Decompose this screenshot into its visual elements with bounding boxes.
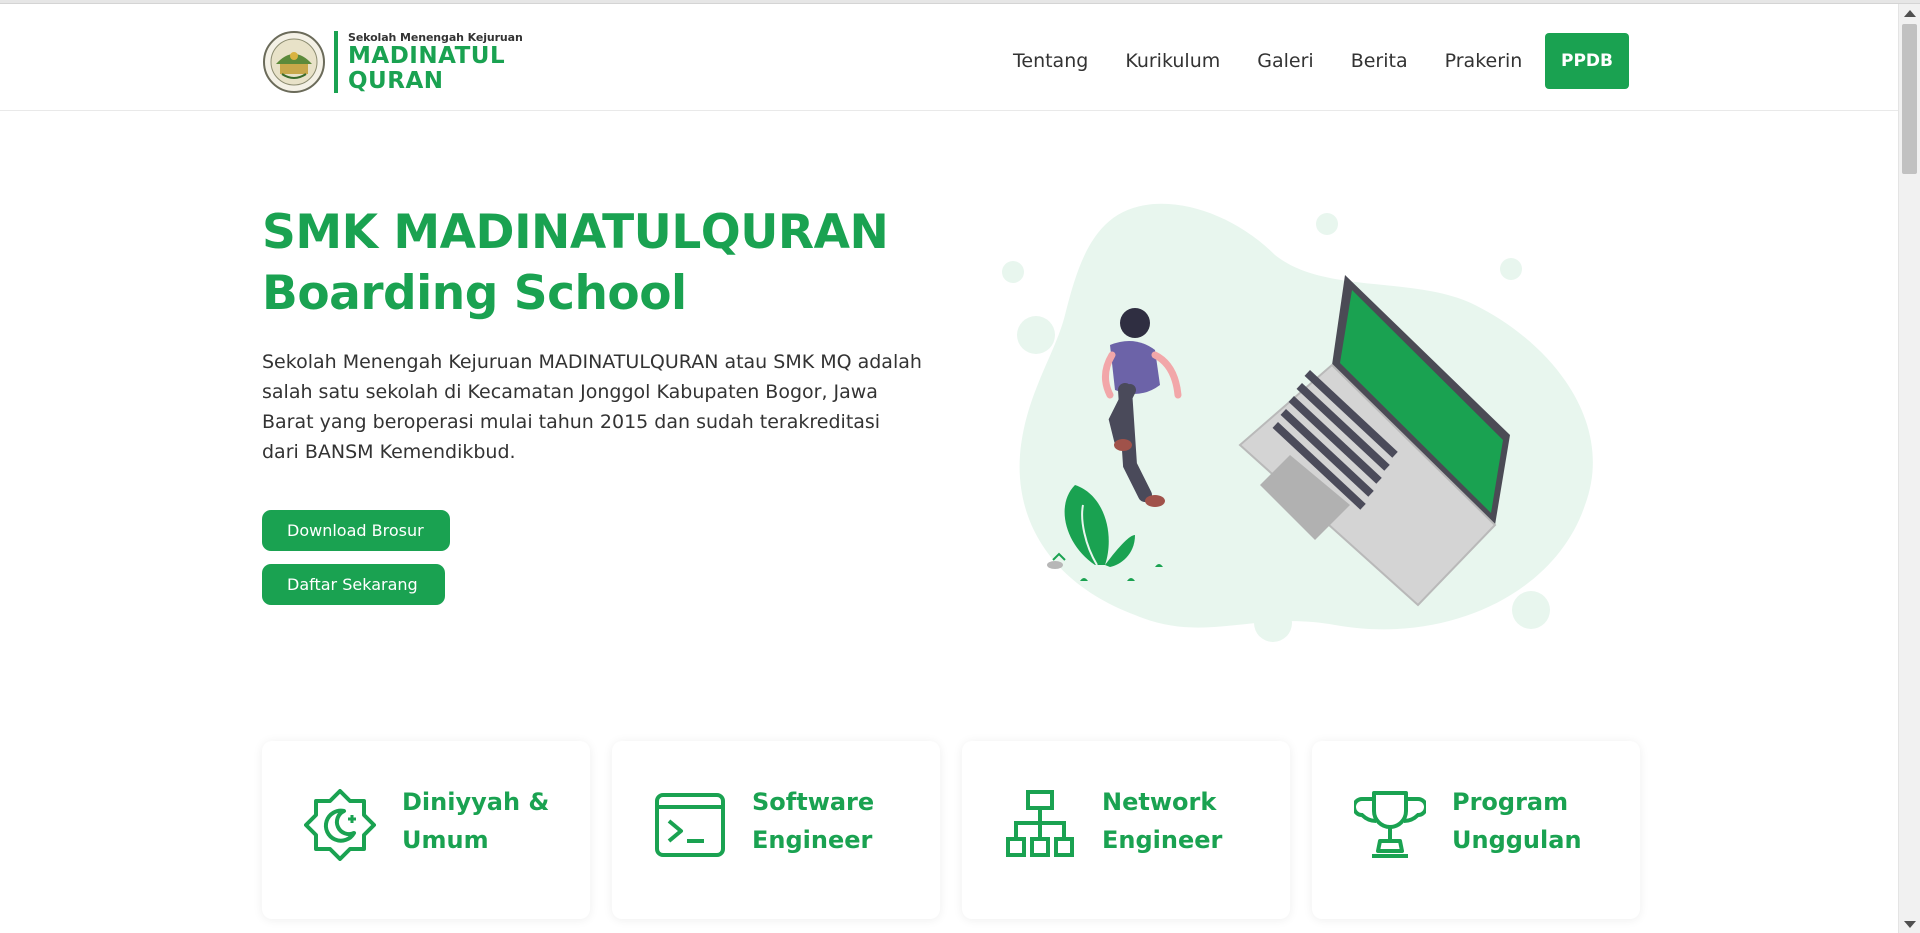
program-card-network[interactable]: Network Engineer xyxy=(962,741,1290,919)
nav-item-kurikulum[interactable]: Kurikulum xyxy=(1125,50,1220,72)
main-nav: Tentang Kurikulum Galeri Berita Prakerin xyxy=(1013,33,1522,89)
scroll-up-arrow-icon[interactable] xyxy=(1904,10,1916,17)
logo-text: Sekolah Menengah Kejuruan MADINATUL QURA… xyxy=(348,31,523,94)
program-label-line2: Engineer xyxy=(1102,826,1223,854)
bubble xyxy=(1254,604,1292,642)
network-icon xyxy=(1006,790,1074,857)
bubble xyxy=(1316,213,1338,235)
logo-divider xyxy=(334,31,338,93)
nav-item-galeri[interactable]: Galeri xyxy=(1257,50,1313,72)
nav-item-tentang[interactable]: Tentang xyxy=(1013,50,1088,72)
program-label: Network Engineer xyxy=(1102,783,1282,859)
nav-item-prakerin[interactable]: Prakerin xyxy=(1445,50,1523,72)
terminal-icon xyxy=(655,793,725,857)
hero-title: SMK MADINATULQURAN Boarding School xyxy=(262,202,942,324)
program-label-line2: Unggulan xyxy=(1452,826,1582,854)
register-now-button[interactable]: Daftar Sekarang xyxy=(262,564,445,605)
program-label-line1: Network xyxy=(1102,788,1217,816)
page-scrollbar[interactable] xyxy=(1898,4,1920,933)
bubble xyxy=(1017,316,1055,354)
program-card-unggulan[interactable]: Program Unggulan xyxy=(1312,741,1640,919)
scroll-thumb[interactable] xyxy=(1902,24,1917,174)
logo[interactable]: Sekolah Menengah Kejuruan MADINATUL QURA… xyxy=(262,28,523,96)
program-card-software[interactable]: Software Engineer xyxy=(612,741,940,919)
scroll-down-arrow-icon[interactable] xyxy=(1904,921,1916,928)
program-label-line1: Program xyxy=(1452,788,1569,816)
program-label-line1: Diniyyah & xyxy=(402,788,550,816)
logo-tagline: Sekolah Menengah Kejuruan xyxy=(348,30,523,44)
logo-name-line1: MADINATUL xyxy=(348,42,506,69)
program-label-line2: Umum xyxy=(402,826,489,854)
program-card-diniyyah[interactable]: Diniyyah & Umum xyxy=(262,741,590,919)
hero-description: Sekolah Menengah Kejuruan MADINATULQURAN… xyxy=(262,351,922,463)
program-label-line2: Engineer xyxy=(752,826,873,854)
ppdb-button[interactable]: PPDB xyxy=(1545,33,1629,89)
program-label: Diniyyah & Umum xyxy=(402,783,582,859)
hero-title-line1: SMK MADINATULQURAN xyxy=(262,205,889,260)
program-label: Software Engineer xyxy=(752,783,932,859)
program-label: Program Unggulan xyxy=(1452,783,1632,859)
logo-name-line2: QURAN xyxy=(348,67,444,94)
program-label-line1: Software xyxy=(752,788,875,816)
hero-title-line2: Boarding School xyxy=(262,266,687,321)
bubble xyxy=(1512,591,1550,629)
bubble xyxy=(1500,258,1522,280)
navbar: Sekolah Menengah Kejuruan MADINATUL QURA… xyxy=(0,4,1898,111)
download-brochure-button[interactable]: Download Brosur xyxy=(262,510,450,551)
bubble xyxy=(1002,261,1024,283)
person-walking-with-laptop-illustration xyxy=(1002,203,1593,642)
nav-item-berita[interactable]: Berita xyxy=(1351,50,1408,72)
crescent-star-icon xyxy=(304,789,376,861)
school-emblem-icon xyxy=(263,31,325,93)
trophy-icon xyxy=(1354,791,1426,858)
